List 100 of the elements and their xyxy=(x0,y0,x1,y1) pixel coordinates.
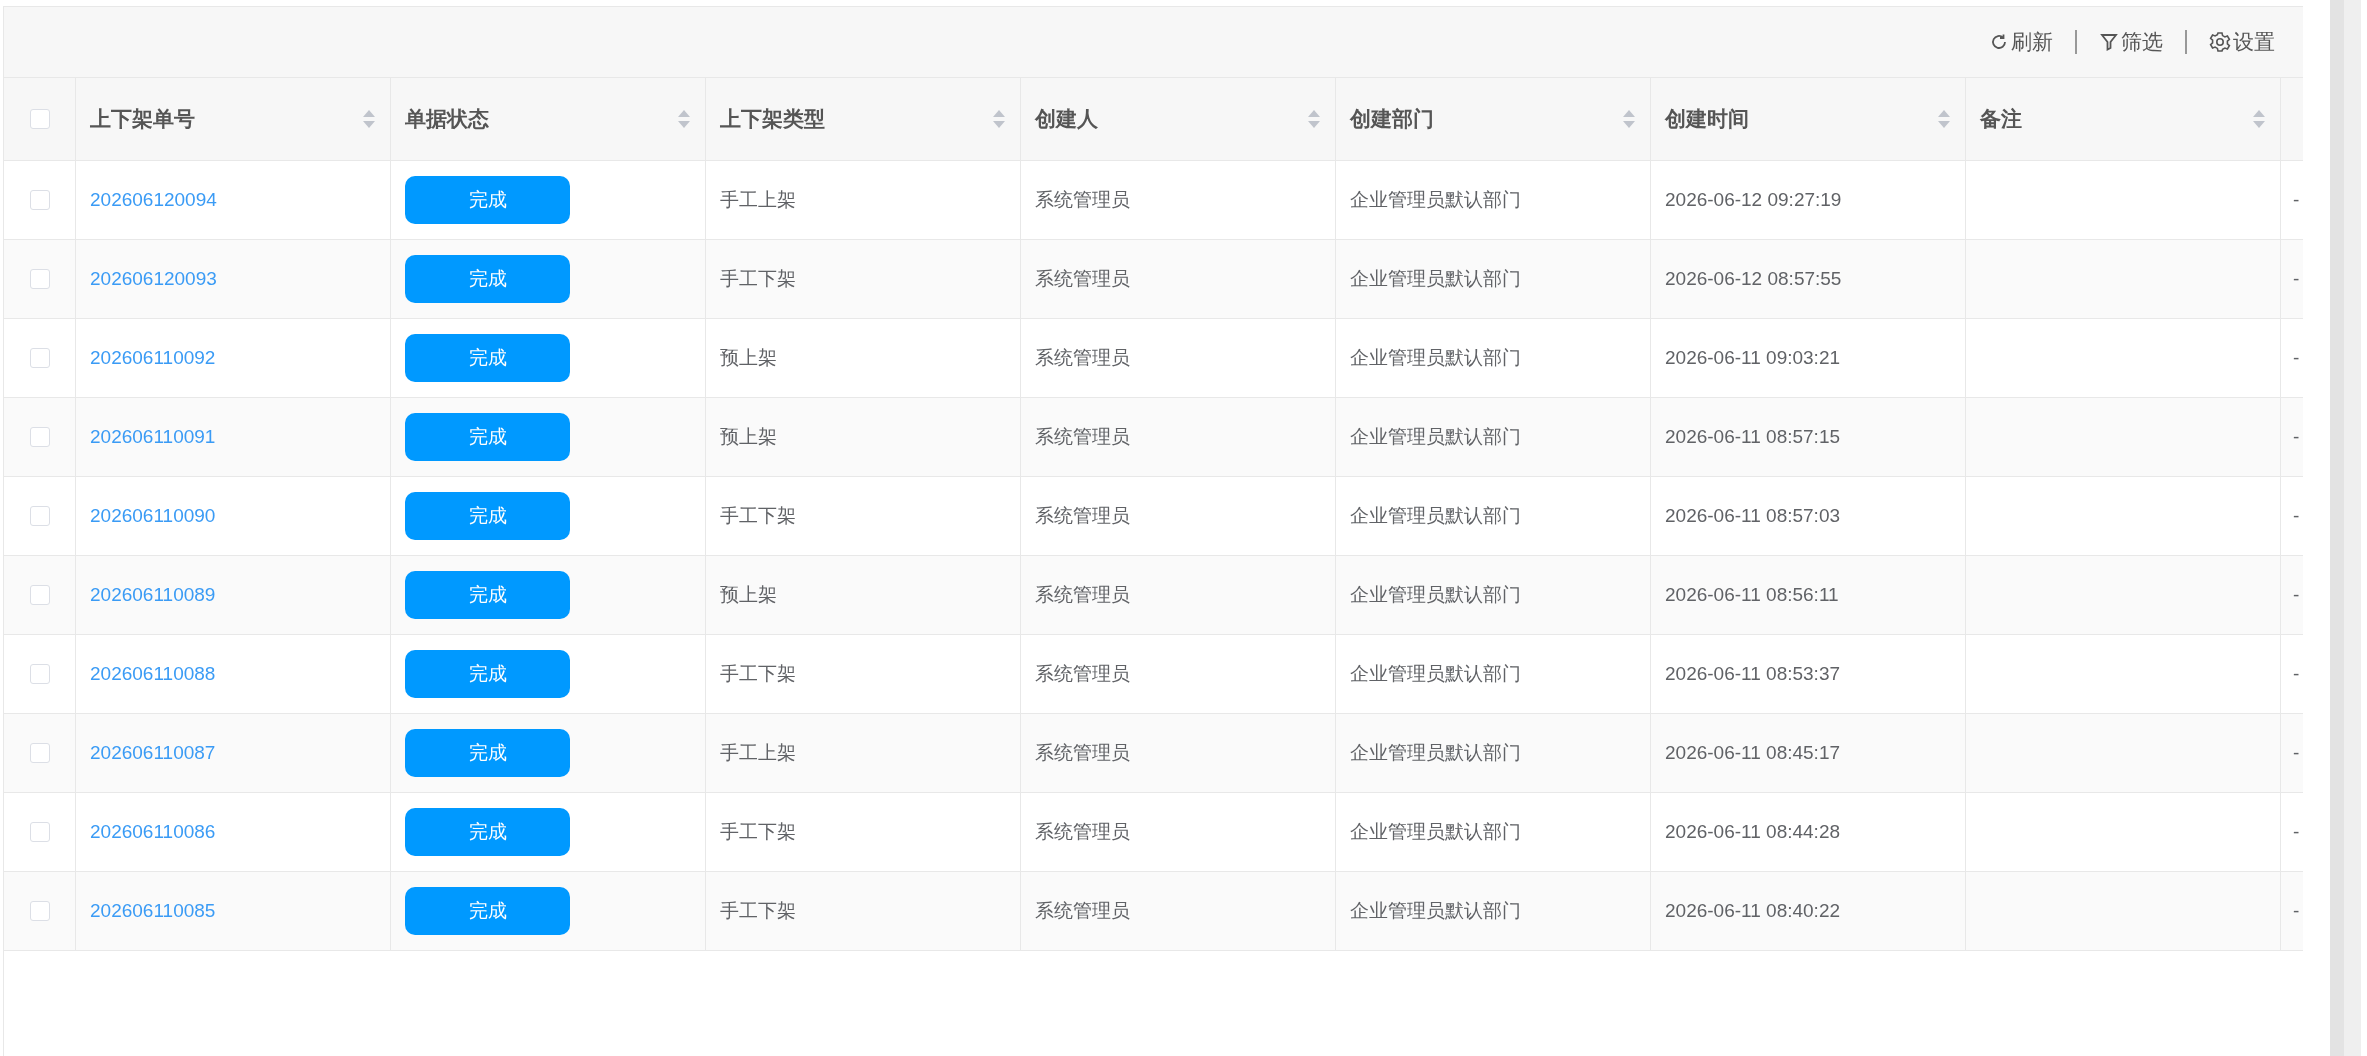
sort-icon[interactable] xyxy=(1937,109,1951,129)
table-cell-text: 2026-06-11 08:45:17 xyxy=(1665,740,1841,765)
table-cell-text: 手工下架 xyxy=(720,898,796,923)
checkbox[interactable] xyxy=(29,109,50,129)
checkbox[interactable] xyxy=(29,822,50,842)
column-header: 创建部门 xyxy=(1350,106,1434,133)
table-cell-text: 系统管理员 xyxy=(1035,266,1130,291)
status-badge: 完成 xyxy=(405,808,570,856)
order-number-link[interactable]: 202606110085 xyxy=(90,896,216,926)
status-badge: 完成 xyxy=(405,571,570,619)
settings-button[interactable]: 设置 xyxy=(2209,26,2275,58)
table-cell-text: 系统管理员 xyxy=(1035,582,1130,607)
table-cell-text: 系统管理员 xyxy=(1035,819,1130,844)
checkbox[interactable] xyxy=(29,664,50,684)
table-cell-text: 2026-06-11 08:56:11 xyxy=(1665,582,1839,607)
order-number-link[interactable]: 202606120094 xyxy=(90,185,217,215)
table-cell-text: 手工上架 xyxy=(720,740,796,765)
table-cell-text: 手工上架 xyxy=(720,187,796,212)
status-badge: 完成 xyxy=(405,334,570,382)
table-cell-text: 系统管理员 xyxy=(1035,187,1130,212)
column-header: 创建人 xyxy=(1035,106,1098,133)
status-badge: 完成 xyxy=(405,650,570,698)
checkbox[interactable] xyxy=(29,427,50,447)
checkbox[interactable] xyxy=(29,348,50,368)
table-cell-text: 企业管理员默认部门 xyxy=(1350,661,1521,686)
checkbox[interactable] xyxy=(29,190,50,210)
table-cell-text: 企业管理员默认部门 xyxy=(1350,424,1521,449)
column-header: 上下架类型 xyxy=(720,106,825,133)
refresh-icon xyxy=(1989,32,2009,52)
table-cell-text: - xyxy=(2293,503,2300,528)
status-badge: 完成 xyxy=(405,492,570,540)
table-cell-text: 系统管理员 xyxy=(1035,424,1130,449)
checkbox[interactable] xyxy=(29,585,50,605)
table-cell-text: - xyxy=(2293,424,2300,449)
table-cell-text: 2026-06-11 08:44:28 xyxy=(1665,819,1841,844)
order-number-link[interactable]: 202606110086 xyxy=(90,817,216,847)
checkbox[interactable] xyxy=(29,506,50,526)
table-cell-text: 企业管理员默认部门 xyxy=(1350,187,1521,212)
table-cell-text: - xyxy=(2293,582,2300,607)
status-badge: 完成 xyxy=(405,413,570,461)
table-cell-text: 系统管理员 xyxy=(1035,740,1130,765)
table-cell-text: 企业管理员默认部门 xyxy=(1350,266,1521,291)
order-number-link[interactable]: 202606110091 xyxy=(90,422,216,452)
table-cell-text: 2026-06-11 09:03:21 xyxy=(1665,345,1841,370)
table-cell-text: 2026-06-11 08:40:22 xyxy=(1665,898,1841,923)
table-cell-text: - xyxy=(2293,266,2300,291)
order-number-link[interactable]: 202606120093 xyxy=(90,264,217,294)
table-cell-text: 2026-06-11 08:57:15 xyxy=(1665,424,1841,449)
table-cell-text: - xyxy=(2293,345,2300,370)
sort-icon[interactable] xyxy=(1307,109,1321,129)
table-cell-text: 预上架 xyxy=(720,424,777,449)
table-cell-text: 2026-06-11 08:53:37 xyxy=(1665,661,1841,686)
settings-icon xyxy=(2209,31,2231,53)
column-header: 单据状态 xyxy=(405,106,489,133)
order-number-link[interactable]: 202606110090 xyxy=(90,501,216,531)
table-cell-text: 手工下架 xyxy=(720,503,796,528)
status-badge: 完成 xyxy=(405,176,570,224)
table-cell-text: 手工下架 xyxy=(720,661,796,686)
sort-icon[interactable] xyxy=(992,109,1006,129)
table-cell-text: 2026-06-12 08:57:55 xyxy=(1665,266,1842,291)
table-cell-text: 企业管理员默认部门 xyxy=(1350,582,1521,607)
table-cell-text: - xyxy=(2293,187,2300,212)
order-number-link[interactable]: 202606110087 xyxy=(90,738,216,768)
table-cell-text: 系统管理员 xyxy=(1035,503,1130,528)
table-cell-text: 企业管理员默认部门 xyxy=(1350,740,1521,765)
order-number-link[interactable]: 202606110088 xyxy=(90,659,216,689)
refresh-button[interactable]: 刷新 xyxy=(1989,26,2053,58)
order-number-link[interactable]: 202606110092 xyxy=(90,343,216,373)
table-cell-text: 系统管理员 xyxy=(1035,345,1130,370)
table-cell-text: 企业管理员默认部门 xyxy=(1350,819,1521,844)
table-cell-text: 系统管理员 xyxy=(1035,898,1130,923)
status-badge: 完成 xyxy=(405,729,570,777)
table-cell-text: - xyxy=(2293,661,2300,686)
checkbox[interactable] xyxy=(29,269,50,289)
filter-button[interactable]: 筛选 xyxy=(2099,26,2163,58)
filter-icon xyxy=(2099,32,2119,52)
status-badge: 完成 xyxy=(405,255,570,303)
column-header: 备注 xyxy=(1980,106,2022,133)
table-cell-text: 企业管理员默认部门 xyxy=(1350,898,1521,923)
column-header: 上下架单号 xyxy=(90,106,195,133)
table-cell-text: 预上架 xyxy=(720,582,777,607)
table-cell-text: 2026-06-11 08:57:03 xyxy=(1665,503,1841,528)
table-cell-text: 2026-06-12 09:27:19 xyxy=(1665,187,1842,212)
sort-icon[interactable] xyxy=(2252,109,2266,129)
status-badge: 完成 xyxy=(405,887,570,935)
table-cell-text: 系统管理员 xyxy=(1035,661,1130,686)
checkbox[interactable] xyxy=(29,743,50,763)
sort-icon[interactable] xyxy=(677,109,691,129)
table-cell-text: - xyxy=(2293,819,2300,844)
sort-icon[interactable] xyxy=(362,109,376,129)
table-cell-text: 手工下架 xyxy=(720,266,796,291)
table-cell-text: - xyxy=(2293,740,2300,765)
sort-icon[interactable] xyxy=(1622,109,1636,129)
table-cell-text: 企业管理员默认部门 xyxy=(1350,503,1521,528)
table-cell-text: 手工下架 xyxy=(720,819,796,844)
order-number-link[interactable]: 202606110089 xyxy=(90,580,216,610)
checkbox[interactable] xyxy=(29,901,50,921)
column-header: 创建时间 xyxy=(1665,106,1749,133)
table-cell-text: - xyxy=(2293,898,2300,923)
table-cell-text: 企业管理员默认部门 xyxy=(1350,345,1521,370)
